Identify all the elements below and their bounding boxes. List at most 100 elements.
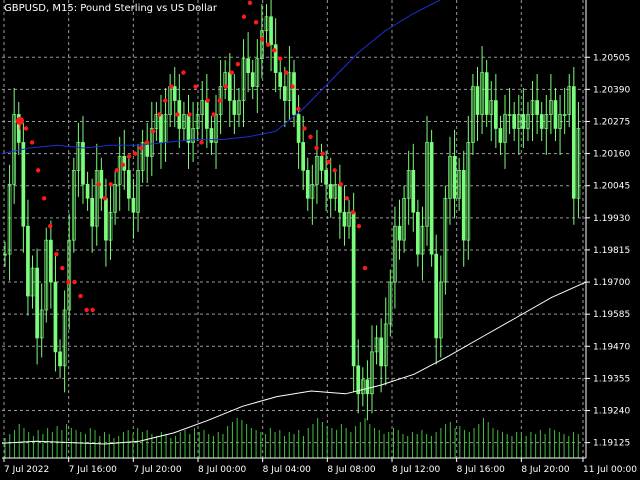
sar-dot bbox=[48, 224, 53, 229]
sar-dot bbox=[78, 293, 83, 299]
sar-dot bbox=[181, 70, 186, 75]
price-tick-label: 1.19700 bbox=[593, 278, 630, 288]
candle-body bbox=[397, 225, 402, 241]
sar-dot bbox=[60, 265, 65, 271]
candle-body bbox=[379, 337, 384, 367]
candle-body bbox=[484, 72, 489, 115]
sar-dot bbox=[132, 151, 138, 156]
candle-body bbox=[246, 58, 250, 73]
candle-body bbox=[58, 351, 62, 367]
chart-window[interactable]: 1.20505 1.20390 1.20275 1.20160 1.20045 1.199… bbox=[0, 0, 640, 480]
candle-body bbox=[159, 114, 163, 143]
sar-dot bbox=[223, 84, 228, 89]
candle-body bbox=[365, 379, 370, 395]
sar-start-dot bbox=[16, 116, 24, 125]
candle-body bbox=[278, 72, 283, 87]
candle-body bbox=[81, 142, 85, 185]
sar-dot bbox=[205, 98, 210, 103]
price-tick-label: 1.20275 bbox=[593, 117, 630, 127]
sar-dot bbox=[72, 279, 77, 285]
candle-body bbox=[429, 142, 434, 255]
sar-dot bbox=[259, 36, 265, 42]
candle-body bbox=[172, 86, 177, 101]
sar-dot bbox=[278, 56, 283, 61]
price-tick-label: 1.19355 bbox=[593, 374, 630, 384]
candle-body bbox=[351, 211, 356, 367]
time-tick-label: 8 Jul 20:00 bbox=[521, 465, 570, 475]
sar-dot bbox=[265, 42, 271, 47]
time-tick-label: 7 Jul 16:00 bbox=[69, 465, 118, 475]
chart-title: GBPUSD, M15: Pound Sterling vs US Dollar bbox=[4, 3, 217, 14]
candle-body bbox=[227, 72, 232, 101]
candle-body bbox=[305, 170, 310, 199]
sar-dot bbox=[175, 112, 180, 117]
price-tick-label: 1.19585 bbox=[593, 310, 630, 320]
candle-body bbox=[535, 100, 539, 115]
sar-dot bbox=[114, 168, 120, 173]
candle-body bbox=[53, 281, 58, 353]
candle-body bbox=[292, 72, 296, 115]
candle-body bbox=[539, 114, 544, 129]
sar-dot bbox=[211, 112, 216, 117]
sar-dot bbox=[326, 159, 331, 165]
sar-dot bbox=[217, 98, 222, 103]
time-axis[interactable]: 7 Jul 2022 7 Jul 16:00 7 Jul 20:00 8 Jul 00… bbox=[2, 457, 637, 475]
price-tick-label: 1.19815 bbox=[593, 246, 630, 256]
candle-body bbox=[324, 170, 328, 185]
sar-dot bbox=[144, 140, 150, 145]
candle-body bbox=[411, 170, 416, 213]
time-tick-label: 7 Jul 2022 bbox=[4, 465, 49, 475]
price-chart[interactable]: 1.20505 1.20390 1.20275 1.20160 1.20045 1.199… bbox=[0, 0, 640, 480]
price-axis[interactable]: 1.20505 1.20390 1.20275 1.20160 1.20045 1.199… bbox=[585, 0, 630, 458]
sar-dot bbox=[362, 265, 368, 271]
sar-dot bbox=[29, 140, 35, 145]
candle-body bbox=[250, 72, 255, 87]
candle-body bbox=[21, 142, 26, 227]
candles bbox=[3, 0, 581, 421]
candle-body bbox=[49, 239, 53, 283]
time-tick-label: 8 Jul 00:00 bbox=[198, 465, 247, 475]
sar-dot bbox=[332, 168, 337, 173]
candle-body bbox=[338, 183, 342, 213]
sar-dot bbox=[96, 182, 101, 187]
price-tick-label: 1.20160 bbox=[593, 150, 630, 160]
candle-body bbox=[85, 183, 90, 199]
candle-body bbox=[328, 183, 333, 199]
sar-dot bbox=[247, 0, 253, 5]
candle-body bbox=[342, 211, 347, 227]
sar-dot bbox=[314, 145, 319, 151]
candle-body bbox=[282, 86, 287, 101]
sar-dot bbox=[23, 126, 29, 131]
candle-body bbox=[204, 100, 209, 129]
sar-dot bbox=[302, 126, 307, 131]
sar-dot bbox=[126, 154, 132, 159]
sar-dot bbox=[338, 182, 343, 187]
candle-body bbox=[521, 114, 526, 129]
sar-dot bbox=[308, 134, 313, 140]
time-tick-label: 8 Jul 04:00 bbox=[263, 465, 312, 475]
sar-dot bbox=[150, 129, 156, 134]
price-tick-label: 1.19125 bbox=[593, 439, 630, 449]
candle-body bbox=[493, 100, 498, 129]
price-tick-label: 1.20390 bbox=[593, 85, 630, 95]
sar-dot bbox=[344, 196, 350, 201]
time-tick-label: 8 Jul 08:00 bbox=[327, 465, 376, 475]
candle-body bbox=[269, 16, 273, 46]
candle-body bbox=[232, 100, 237, 115]
candle-body bbox=[90, 197, 95, 227]
candle-body bbox=[356, 365, 361, 395]
price-tick-label: 1.19240 bbox=[593, 407, 630, 417]
candle-body bbox=[461, 170, 466, 241]
time-tick-label: 8 Jul 12:00 bbox=[392, 465, 441, 475]
sar-dot bbox=[350, 210, 356, 215]
time-tick-label: 7 Jul 20:00 bbox=[133, 465, 182, 475]
candle-body bbox=[475, 86, 480, 115]
ma-slow bbox=[1, 281, 587, 445]
sar-dot bbox=[157, 112, 162, 117]
volume-bars bbox=[4, 418, 579, 458]
candle-body bbox=[209, 128, 214, 143]
candle-body bbox=[434, 253, 439, 339]
sar-dot bbox=[66, 279, 71, 285]
candle-body bbox=[416, 211, 420, 255]
candle-body bbox=[553, 100, 558, 129]
